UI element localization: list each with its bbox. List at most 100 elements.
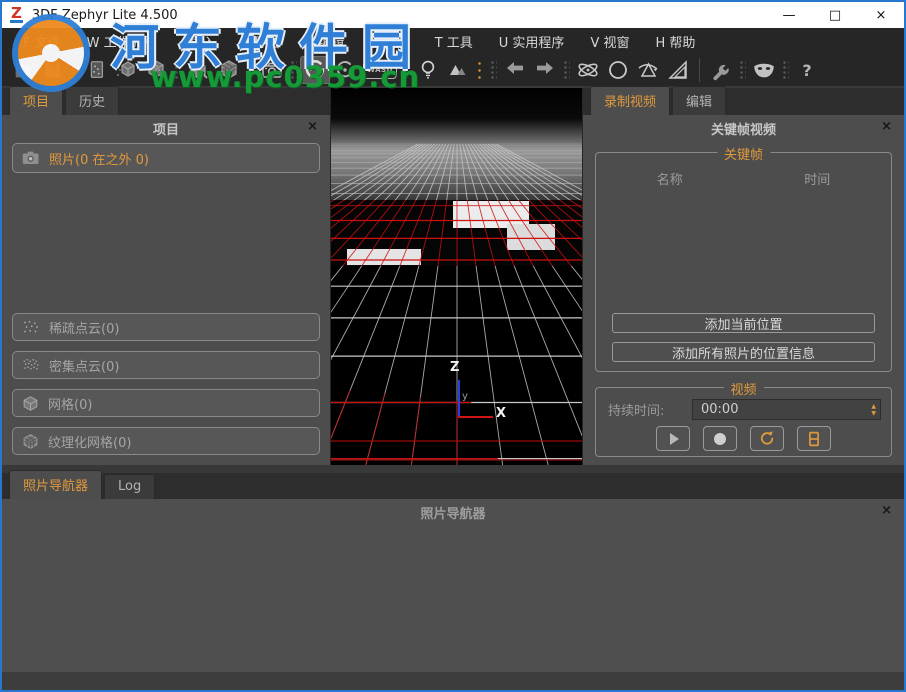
video-panel-title: 关键帧视频 [711, 119, 776, 138]
video-group: 视频 持续时间: 00:00 ▲▼ [595, 387, 892, 457]
import-photos-icon[interactable] [81, 56, 111, 84]
sparse-cloud-item-label: 稀疏点云(0) [49, 318, 119, 337]
add-current-position-button[interactable]: 添加当前位置 [612, 313, 875, 333]
toolbar-drag-handle[interactable] [71, 60, 78, 80]
textured-mesh-icon[interactable] [214, 56, 244, 84]
sparse-cloud-item-button[interactable]: 稀疏点云(0) [12, 313, 320, 341]
minimize-button[interactable]: — [766, 2, 812, 28]
ruler-icon[interactable] [663, 56, 693, 84]
orbit-mode-icon[interactable] [300, 56, 330, 84]
right-tab-bar: 录制视频 编辑 [583, 88, 904, 115]
toolbar-separator [699, 58, 700, 82]
photo-navigator-header: 照片导航器 × [2, 499, 904, 525]
help-icon[interactable]: ? [792, 56, 822, 84]
textured-mesh-item-button[interactable]: 纹理化网格(0) [12, 427, 320, 455]
menu-item-utilities[interactable]: U 实用程序 [486, 32, 578, 51]
z-axis-label: Z [450, 360, 459, 375]
mesh-extract-icon[interactable] [184, 56, 214, 84]
toolbar-drag-handle[interactable] [490, 60, 497, 80]
duration-value: 00:00 [701, 402, 738, 417]
close-icon[interactable]: × [881, 120, 892, 133]
x-axis-label: X [496, 406, 506, 421]
loop-button[interactable] [750, 426, 784, 451]
video-panel: 录制视频 编辑 关键帧视频 × 关键帧 名称 时间 添加当前位置 添加所有照片的… [583, 88, 904, 465]
play-icon [670, 433, 679, 445]
dense-cloud-item-button[interactable]: 密集点云(0) [12, 351, 320, 379]
menu-item-edit[interactable]: E 编辑 [293, 32, 357, 51]
duration-spinbox[interactable]: 00:00 ▲▼ [692, 399, 881, 420]
close-icon[interactable]: × [881, 504, 892, 517]
menu-item-view[interactable]: V 视窗 [577, 32, 642, 51]
bottom-tab-bar: 照片导航器 Log [2, 473, 904, 499]
gizmo-orbit-icon[interactable] [573, 56, 603, 84]
menu-bar: F 文件 W 工作流程 I 导入 E 导出 E 编辑 S 场景 T 工具 U 实… [2, 28, 904, 54]
photos-item-label: 照片(0 在之外 0) [49, 149, 149, 168]
menu-item-tools[interactable]: T 工具 [422, 32, 486, 51]
undo-icon[interactable] [500, 56, 530, 84]
triangles-icon[interactable] [443, 56, 473, 84]
x-axis-line [458, 416, 493, 418]
tab-edit[interactable]: 编辑 [672, 86, 726, 115]
toolbar-overflow-chevrons-icon[interactable] [476, 60, 484, 80]
duration-row: 持续时间: 00:00 ▲▼ [608, 399, 881, 420]
spinner-arrows-icon[interactable]: ▲▼ [867, 404, 880, 416]
z-axis-line [458, 380, 460, 417]
viewport-3d[interactable]: Z X y [330, 88, 583, 465]
wasd-label: WASD [363, 61, 397, 79]
reset-view-circle-icon[interactable] [603, 56, 633, 84]
camera-icon [22, 150, 40, 166]
project-panel: 项目 历史 项目 × 照片(0 在之外 0) 稀疏点云(0) [2, 88, 330, 465]
mask-icon[interactable] [749, 56, 779, 84]
wrench-icon[interactable] [706, 56, 736, 84]
menu-item-file[interactable]: F 文件 [10, 32, 74, 51]
camera-snapshot-icon[interactable] [257, 56, 287, 84]
mesh-item-button[interactable]: 网格(0) [12, 389, 320, 417]
rotate-around-point-icon[interactable] [330, 56, 360, 84]
app-window: Z 3DF Zephyr Lite 4.500 — □ × F 文件 W 工作流… [0, 0, 906, 692]
close-window-button[interactable]: × [858, 2, 904, 28]
toolbar-drag-handle[interactable] [290, 60, 297, 80]
menu-item-import[interactable]: I 导入 [169, 32, 229, 51]
toolbar-separator [406, 58, 407, 82]
tab-history[interactable]: 历史 [65, 86, 119, 115]
toolbar-drag-handle[interactable] [782, 60, 789, 80]
keyframes-table-header: 名称 时间 [596, 169, 891, 188]
save-project-icon[interactable] [38, 56, 68, 84]
toolbar-drag-handle[interactable] [563, 60, 570, 80]
sparse-cloud-icon[interactable] [111, 56, 141, 84]
export-film-button[interactable] [797, 426, 831, 451]
maximize-button[interactable]: □ [812, 2, 858, 28]
menu-item-export[interactable]: E 导出 [229, 32, 293, 51]
wasd-mode-button[interactable]: WASD [360, 56, 400, 84]
tab-project[interactable]: 项目 [9, 86, 63, 115]
toolbar-drag-handle[interactable] [174, 60, 181, 80]
new-project-icon[interactable] [8, 56, 38, 84]
toolbar-drag-handle[interactable] [739, 60, 746, 80]
menu-item-scene[interactable]: S 场景 [357, 32, 421, 51]
y-axis-label: y [462, 391, 468, 402]
redo-icon[interactable] [530, 56, 560, 84]
rotate-gizmo-icon[interactable] [633, 56, 663, 84]
tab-photo-navigator[interactable]: 照片导航器 [9, 470, 102, 499]
app-logo-icon: Z [10, 7, 23, 23]
record-button[interactable] [703, 426, 737, 451]
video-group-label: 视频 [723, 379, 763, 398]
photos-item-button[interactable]: 照片(0 在之外 0) [12, 143, 320, 173]
tab-record-video[interactable]: 录制视频 [590, 86, 670, 115]
video-buttons-row [596, 426, 891, 451]
menu-item-workflow[interactable]: W 工作流程 [74, 32, 169, 51]
add-all-photos-positions-button[interactable]: 添加所有照片的位置信息 [612, 342, 875, 362]
close-icon[interactable]: × [307, 120, 318, 133]
status-bar [2, 672, 904, 690]
dock-gap [2, 465, 904, 473]
toolbar: WASD [2, 54, 904, 86]
video-panel-body: 关键帧视频 × 关键帧 名称 时间 添加当前位置 添加所有照片的位置信息 视频 … [583, 115, 904, 465]
menu-item-help[interactable]: H 帮助 [642, 32, 708, 51]
textured-mesh-item-label: 纹理化网格(0) [48, 432, 131, 451]
play-button[interactable] [656, 426, 690, 451]
keyframes-group: 关键帧 名称 时间 添加当前位置 添加所有照片的位置信息 [595, 152, 892, 372]
tab-log[interactable]: Log [104, 474, 155, 499]
photo-navigator-panel: 照片导航器 × [2, 499, 904, 672]
dense-cloud-icon[interactable] [141, 56, 171, 84]
lightbulb-icon[interactable] [413, 56, 443, 84]
